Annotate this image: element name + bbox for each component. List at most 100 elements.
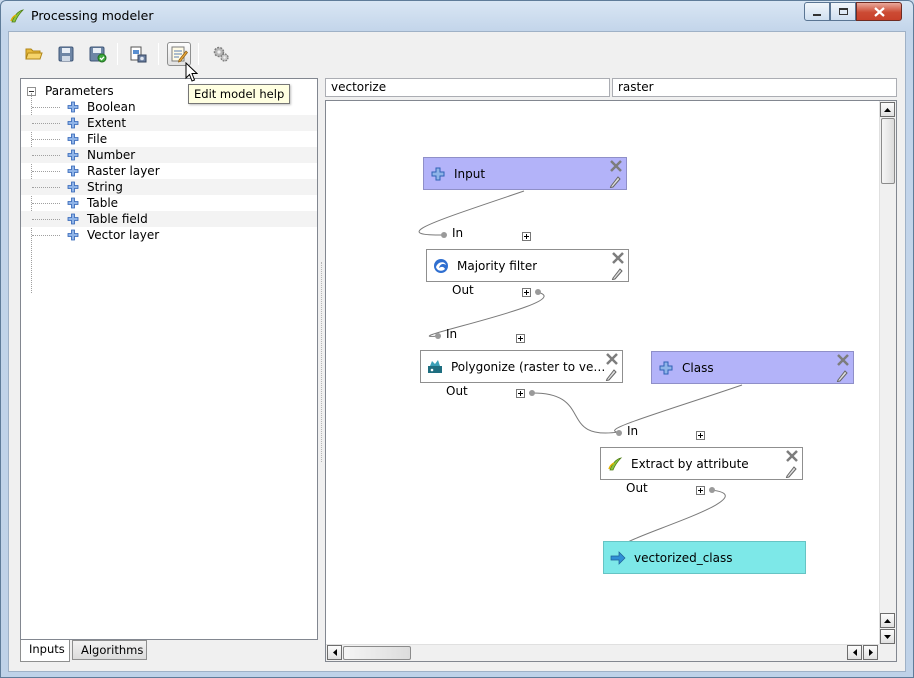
expand-inputs-icon[interactable] (522, 232, 531, 241)
inputs-tree[interactable]: Parameters Boolean Extent File Number Raster… (20, 78, 318, 640)
expand-outputs-icon[interactable] (522, 288, 531, 297)
plus-icon (67, 101, 79, 113)
parameter-item-label: Extent (87, 116, 127, 130)
parameter-item-label: Number (87, 148, 136, 162)
export-image-button[interactable] (126, 42, 150, 66)
node-class[interactable]: Class (651, 351, 854, 384)
node-input[interactable]: Input (423, 157, 627, 190)
remove-node-icon[interactable] (786, 450, 798, 462)
parameter-item-label: Table (87, 196, 119, 210)
remove-node-icon[interactable] (606, 353, 618, 365)
window-title: Processing modeler (31, 8, 154, 23)
node-extract-by-attribute[interactable]: Extract by attribute (600, 447, 803, 480)
tree-guide-line (32, 139, 60, 140)
splitter-handle[interactable] (321, 262, 324, 462)
title-bar[interactable]: Processing modeler (1, 1, 913, 31)
arrow-left-icon (852, 649, 857, 656)
port-in-label: In (446, 327, 458, 341)
toolbar-separator (117, 43, 118, 65)
node-label: Majority filter (457, 258, 538, 273)
parameter-item[interactable]: String (21, 179, 317, 195)
parameter-item[interactable]: Vector layer (21, 227, 317, 243)
edit-node-icon[interactable] (836, 369, 849, 382)
remove-node-icon[interactable] (612, 252, 624, 264)
run-model-button[interactable] (209, 42, 233, 66)
tab-algorithms[interactable]: Algorithms (72, 640, 147, 660)
parameter-item-label: Boolean (87, 100, 136, 114)
horizontal-scroll-thumb[interactable] (343, 646, 411, 660)
tree-root-parameters[interactable]: Parameters (27, 83, 114, 99)
edit-node-icon[interactable] (609, 175, 622, 188)
horizontal-scrollbar[interactable] (326, 644, 879, 661)
tab-inputs[interactable]: Inputs (20, 640, 70, 662)
edit-node-icon[interactable] (611, 267, 624, 280)
expand-inputs-icon[interactable] (516, 334, 525, 343)
node-label: Input (454, 166, 486, 181)
parameter-item[interactable]: Number (21, 147, 317, 163)
parameter-item-label: String (87, 180, 123, 194)
plus-icon (67, 181, 79, 193)
parameter-list: Boolean Extent File Number Raster layer Strin… (21, 99, 317, 243)
tree-root-label: Parameters (45, 84, 114, 98)
expand-outputs-icon[interactable] (516, 389, 525, 398)
remove-node-icon[interactable] (837, 354, 849, 366)
output-port-dot (709, 487, 715, 493)
parameter-item[interactable]: Extent (21, 115, 317, 131)
node-polygonize[interactable]: Polygonize (raster to vect... (420, 350, 623, 383)
scroll-left-button[interactable] (327, 645, 342, 660)
scroll-right-button[interactable] (863, 645, 878, 660)
close-button[interactable] (856, 2, 902, 21)
edit-node-icon[interactable] (605, 368, 618, 381)
gears-icon (213, 46, 229, 62)
plus-icon (67, 213, 79, 225)
link-input-to-majority (418, 190, 525, 236)
parameter-item[interactable]: File (21, 131, 317, 147)
scroll-up-button[interactable] (880, 102, 895, 117)
close-icon (873, 6, 885, 17)
tree-guide-line (32, 123, 60, 124)
edit-help-icon (171, 46, 188, 63)
parameter-item[interactable]: Table field (21, 211, 317, 227)
remove-node-icon[interactable] (610, 160, 622, 172)
vertical-scrollbar[interactable] (879, 101, 896, 645)
tree-guide-line (32, 235, 60, 236)
parameter-item[interactable]: Table (21, 195, 317, 211)
port-out-label: Out (452, 283, 474, 297)
node-vectorized-class-output[interactable]: vectorized_class (603, 541, 806, 574)
expand-outputs-icon[interactable] (696, 486, 705, 495)
saga-algorithm-icon (434, 258, 448, 273)
scroll-up-button[interactable] (880, 613, 895, 628)
port-in-label: In (627, 424, 639, 438)
modeler-client-area: Edit model help Parameters Boolean Extent… (8, 31, 906, 672)
restore-icon (838, 8, 848, 15)
save-model-button[interactable] (54, 42, 78, 66)
minimize-button[interactable] (804, 2, 830, 21)
scroll-left-button[interactable] (847, 645, 862, 660)
node-label: Polygonize (raster to vect... (451, 359, 611, 374)
plus-icon (659, 361, 673, 374)
parameter-item[interactable]: Raster layer (21, 163, 317, 179)
node-label: Extract by attribute (631, 456, 749, 471)
open-model-button[interactable] (22, 42, 46, 66)
mouse-pointer-icon (185, 62, 198, 82)
link-polygonize-to-extract (528, 392, 620, 434)
tree-guide-line (32, 171, 60, 172)
node-majority-filter[interactable]: Majority filter (426, 249, 629, 282)
parameter-item-label: Table field (87, 212, 148, 226)
expand-inputs-icon[interactable] (696, 431, 705, 440)
plus-icon (67, 229, 79, 241)
parameter-item-label: Vector layer (87, 228, 160, 242)
vertical-scroll-thumb[interactable] (881, 118, 895, 184)
scroll-down-button[interactable] (880, 629, 895, 644)
model-name-input[interactable]: vectorize (325, 78, 610, 97)
port-out-label: Out (446, 384, 468, 398)
model-group-input[interactable]: raster (612, 78, 897, 97)
toolbar (9, 32, 905, 76)
maximize-button[interactable] (830, 2, 856, 21)
floppy-check-icon (89, 46, 107, 62)
model-canvas[interactable]: Input In Majority filter Out In Polygoni… (325, 100, 897, 662)
tooltip: Edit model help (188, 84, 291, 104)
save-model-as-button[interactable] (86, 42, 110, 66)
edit-node-icon[interactable] (785, 465, 798, 478)
output-port-dot (535, 289, 541, 295)
